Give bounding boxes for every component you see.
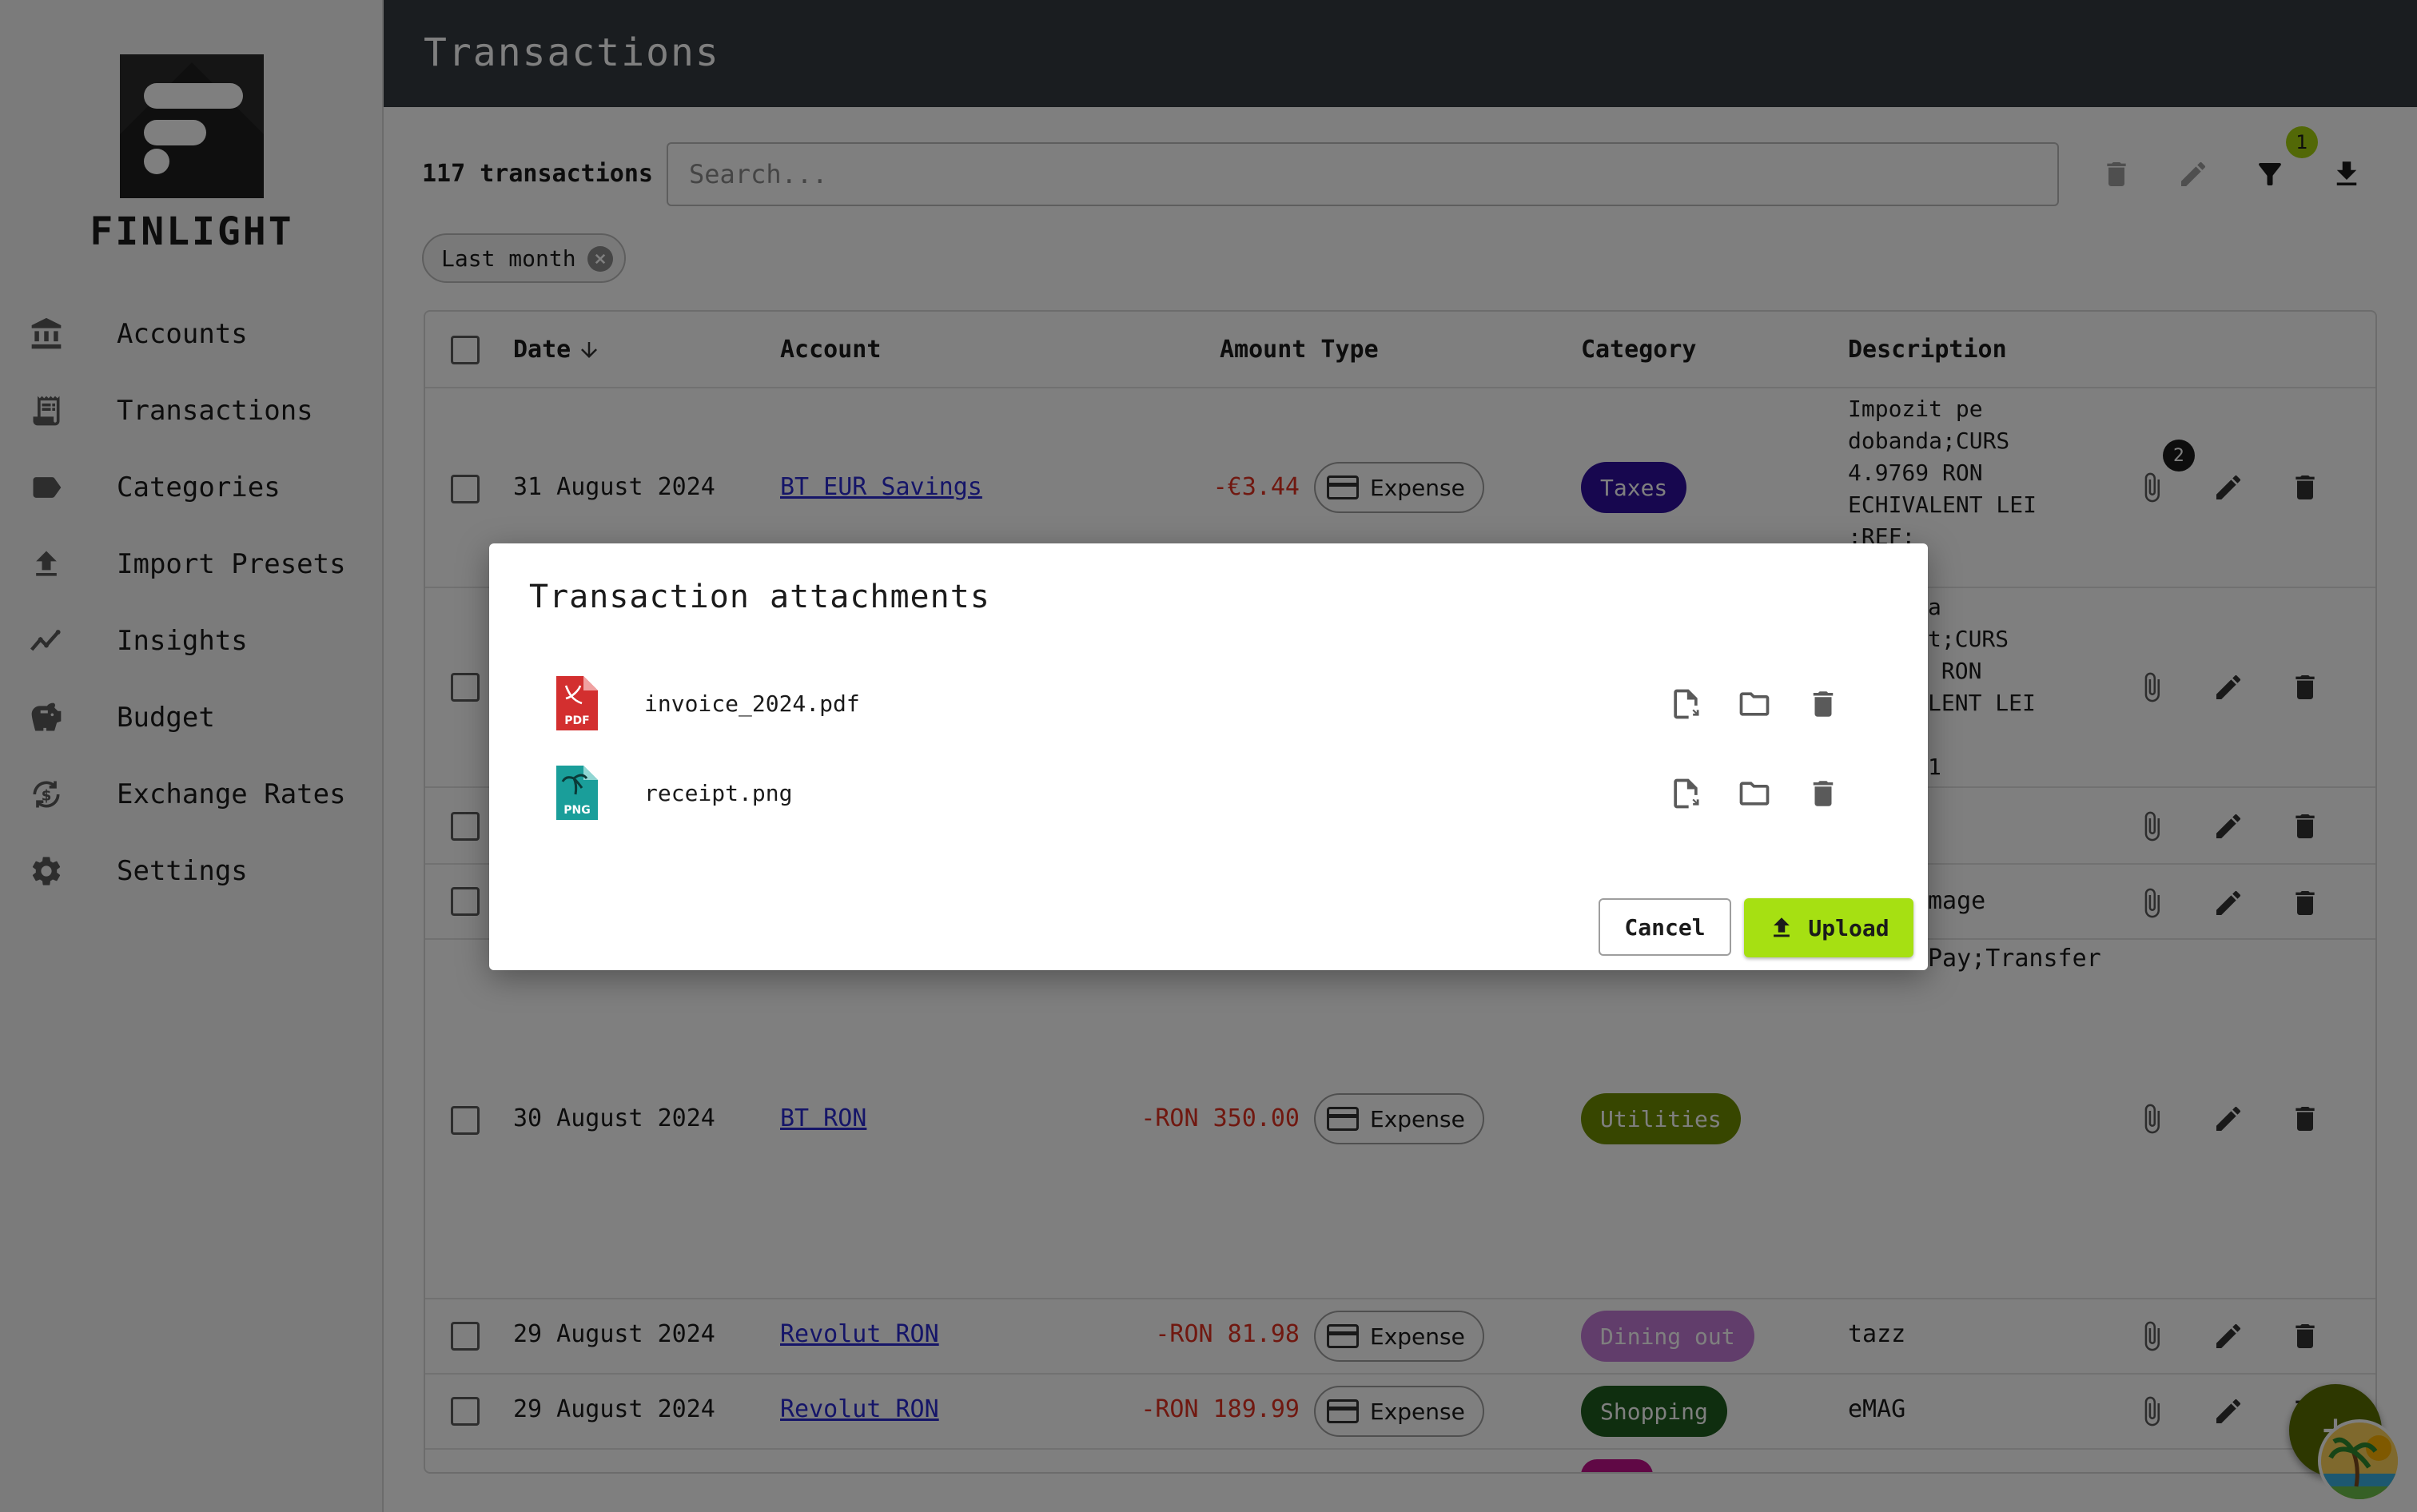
folder-icon xyxy=(1739,692,1770,716)
delete-attachment-button[interactable] xyxy=(1802,772,1845,815)
dialog-title: Transaction attachments xyxy=(529,579,990,615)
delete-attachment-button[interactable] xyxy=(1802,682,1845,726)
upload-icon xyxy=(1774,917,1790,937)
open-folder-button[interactable] xyxy=(1733,682,1776,726)
trash-icon xyxy=(1813,691,1834,717)
svg-text:PNG: PNG xyxy=(563,804,590,817)
attachment-file-name: receipt.png xyxy=(644,780,793,806)
pdf-file-icon: PDF xyxy=(556,676,598,730)
upload-button-label: Upload xyxy=(1808,914,1889,941)
open-folder-button[interactable] xyxy=(1733,772,1776,815)
attachment-file-name: invoice_2024.pdf xyxy=(644,690,860,717)
cancel-button[interactable]: Cancel xyxy=(1599,898,1731,956)
open-file-button[interactable] xyxy=(1664,682,1707,726)
attachment-item: PNG receipt.png xyxy=(489,754,1928,834)
svg-text:PDF: PDF xyxy=(564,714,589,727)
folder-icon xyxy=(1739,782,1770,806)
upload-button[interactable]: Upload xyxy=(1744,898,1913,957)
file-open-icon xyxy=(1674,689,1699,719)
trash-icon xyxy=(1813,781,1834,806)
file-open-icon xyxy=(1674,778,1699,809)
png-file-icon: PNG xyxy=(556,766,598,820)
open-file-button[interactable] xyxy=(1664,772,1707,815)
attachment-item: PDF invoice_2024.pdf xyxy=(489,665,1928,745)
attachments-dialog: Transaction attachments PDF invoice_2024… xyxy=(489,543,1928,970)
